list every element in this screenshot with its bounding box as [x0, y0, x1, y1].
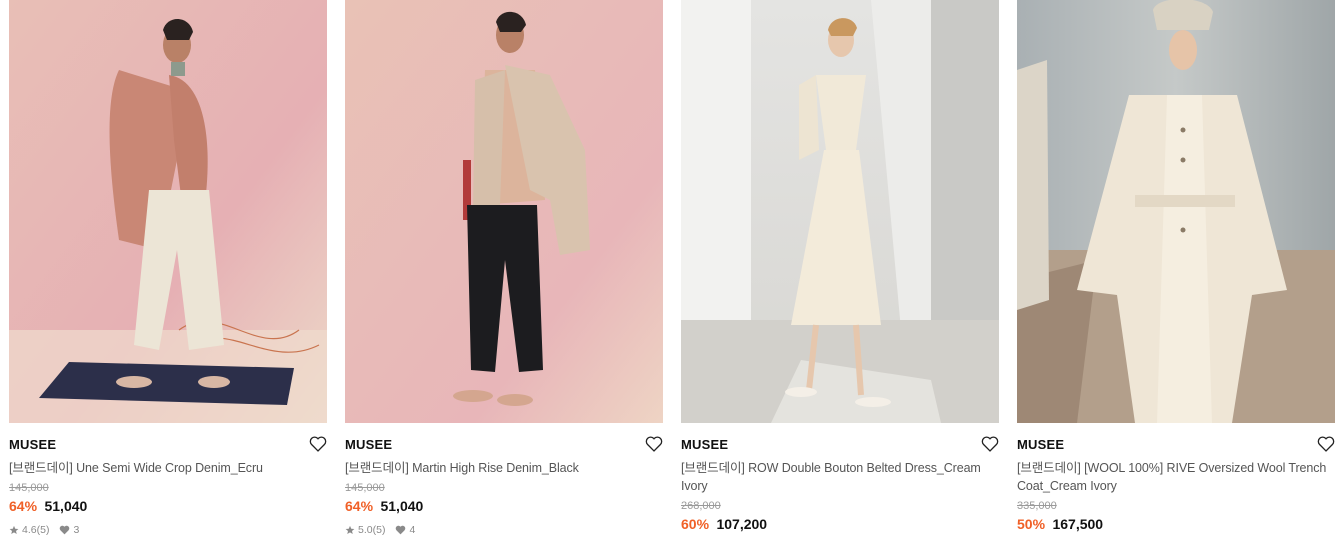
rating: 4.6	[22, 524, 37, 536]
wishlist-button[interactable]	[981, 436, 999, 452]
heart-filled-icon	[396, 525, 406, 535]
product-card[interactable]: MUSEE [브랜드데이] Martin High Rise Denim_Bla…	[345, 0, 663, 553]
discount-rate: 50%	[1017, 516, 1046, 532]
product-info: MUSEE [브랜드데이] Martin High Rise Denim_Bla…	[345, 435, 663, 537]
sale-price: 167,500	[1052, 516, 1104, 532]
brand-name[interactable]: MUSEE	[345, 435, 663, 455]
heart-outline-icon	[981, 436, 999, 452]
discount-rate: 64%	[9, 498, 38, 514]
product-name[interactable]: [브랜드데이] Martin High Rise Denim_Black	[345, 459, 663, 477]
product-card[interactable]: MUSEE [브랜드데이] [WOOL 100%] RIVE Oversized…	[1017, 0, 1335, 553]
original-price: 268,000	[681, 500, 721, 512]
product-card[interactable]: MUSEE [브랜드데이] ROW Double Bouton Belted D…	[681, 0, 999, 553]
product-image[interactable]	[345, 0, 663, 423]
original-price: 335,000	[1017, 500, 1057, 512]
original-price: 145,000	[9, 482, 49, 494]
wishlist-button[interactable]	[645, 436, 663, 452]
wishlist-button[interactable]	[309, 436, 327, 452]
discount-rate: 60%	[681, 516, 710, 532]
discount-rate: 64%	[345, 498, 374, 514]
product-image[interactable]	[681, 0, 999, 423]
brand-name[interactable]: MUSEE	[9, 435, 327, 455]
heart-outline-icon	[309, 436, 327, 452]
product-info: MUSEE [브랜드데이] [WOOL 100%] RIVE Oversized…	[1017, 435, 1335, 535]
product-image[interactable]	[1017, 0, 1335, 423]
product-info: MUSEE [브랜드데이] ROW Double Bouton Belted D…	[681, 435, 999, 535]
heart-outline-icon	[645, 436, 663, 452]
product-grid: MUSEE [브랜드데이] Une Semi Wide Crop Denim_E…	[9, 0, 1335, 553]
brand-name[interactable]: MUSEE	[681, 435, 999, 455]
review-count: (5)	[36, 524, 50, 536]
wishlist-button[interactable]	[1317, 436, 1335, 452]
heart-outline-icon	[1317, 436, 1335, 452]
product-stats: 4.6 (5) 3	[9, 523, 327, 537]
product-stats: 5.0 (5) 4	[345, 523, 663, 537]
price-row: 60% 107,200	[681, 514, 999, 535]
sale-price: 51,040	[380, 498, 424, 514]
price-row: 64% 51,040	[345, 496, 663, 517]
original-price: 145,000	[345, 482, 385, 494]
product-card[interactable]: MUSEE [브랜드데이] Une Semi Wide Crop Denim_E…	[9, 0, 327, 553]
like-count: 3	[73, 524, 80, 536]
product-info: MUSEE [브랜드데이] Une Semi Wide Crop Denim_E…	[9, 435, 327, 537]
rating: 5.0	[358, 524, 373, 536]
review-count: (5)	[372, 524, 386, 536]
like-count: 4	[409, 524, 416, 536]
product-name[interactable]: [브랜드데이] Une Semi Wide Crop Denim_Ecru	[9, 459, 327, 477]
sale-price: 51,040	[44, 498, 88, 514]
product-image[interactable]	[9, 0, 327, 423]
product-name[interactable]: [브랜드데이] [WOOL 100%] RIVE Oversized Wool …	[1017, 459, 1335, 495]
sale-price: 107,200	[716, 516, 768, 532]
price-row: 50% 167,500	[1017, 514, 1335, 535]
price-row: 64% 51,040	[9, 496, 327, 517]
star-icon	[9, 525, 19, 534]
star-icon	[345, 525, 355, 534]
brand-name[interactable]: MUSEE	[1017, 435, 1335, 455]
product-name[interactable]: [브랜드데이] ROW Double Bouton Belted Dress_C…	[681, 459, 999, 495]
heart-filled-icon	[60, 525, 70, 535]
